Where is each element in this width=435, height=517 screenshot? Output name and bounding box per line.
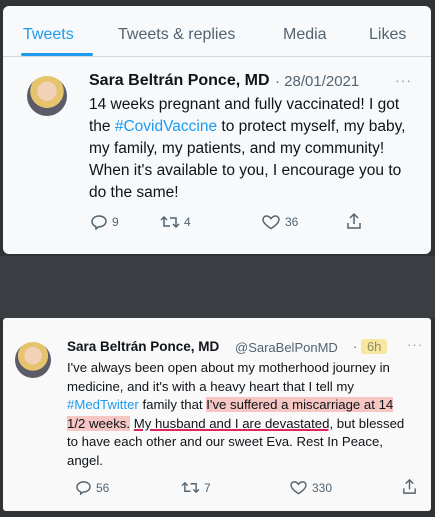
retweet-count: 4 — [184, 215, 191, 229]
author-name[interactable]: Sara Beltrán Ponce, MD — [89, 72, 270, 90]
more-icon[interactable]: ··· — [407, 337, 423, 352]
reply-icon — [76, 481, 91, 495]
tweet-text: I've always been open about my motherhoo… — [67, 359, 413, 471]
share-icon — [403, 478, 416, 494]
tab-media[interactable]: Media — [283, 26, 327, 44]
tab-tweets-replies[interactable]: Tweets & replies — [118, 26, 235, 44]
profile-timeline-panel: Tweets Tweets & replies Media Likes Sara… — [3, 6, 431, 254]
like-button[interactable]: 36 — [261, 214, 298, 230]
retweet-icon — [160, 215, 180, 229]
retweet-count: 7 — [204, 480, 211, 495]
like-icon — [262, 215, 280, 230]
hashtag-link[interactable]: #MedTwitter — [67, 397, 139, 412]
like-count: 330 — [312, 480, 333, 495]
like-count: 36 — [285, 215, 299, 229]
screenshot-gap — [0, 256, 435, 318]
tab-likes[interactable]: Likes — [369, 26, 406, 44]
avatar[interactable] — [27, 76, 67, 116]
time-badge: 6h — [360, 339, 388, 354]
share-icon — [347, 212, 361, 229]
reply-button[interactable]: 56 — [75, 480, 109, 495]
tweet-text-part: I've always been open about my motherhoo… — [67, 360, 390, 394]
more-icon[interactable]: ··· — [395, 72, 412, 88]
retweet-button[interactable]: 4 — [160, 214, 191, 230]
retweet-button[interactable]: 7 — [181, 480, 211, 495]
profile-tabs: Tweets Tweets & replies Media Likes — [3, 6, 431, 56]
tabs-divider — [3, 56, 431, 57]
tweet-time[interactable]: · 6h — [353, 339, 388, 354]
share-button[interactable] — [401, 478, 422, 495]
reply-count: 9 — [112, 215, 119, 229]
tweet-text-part: family that — [138, 397, 207, 413]
tab-tweets[interactable]: Tweets — [23, 26, 74, 44]
reply-button[interactable]: 9 — [90, 214, 119, 230]
hashtag-link[interactable]: #CovidVaccine — [115, 118, 217, 135]
tweet-text: 14 weeks pregnant and fully vaccinated! … — [89, 94, 414, 204]
avatar[interactable] — [15, 342, 51, 378]
tweet-panel: Sara Beltrán Ponce, MD @SaraBelPonMD · 6… — [3, 318, 431, 511]
like-button[interactable]: 330 — [289, 480, 332, 495]
reply-icon — [91, 215, 107, 230]
retweet-icon — [181, 481, 200, 494]
tweet-date[interactable]: · 28/01/2021 — [275, 73, 359, 90]
share-button[interactable] — [345, 212, 367, 230]
author-name[interactable]: Sara Beltrán Ponce, MD — [67, 339, 219, 354]
reply-count: 56 — [96, 480, 110, 495]
underlined-text: My husband and I are devastated, — [133, 415, 334, 431]
author-handle[interactable]: @SaraBelPonMD — [235, 340, 338, 355]
like-icon — [290, 481, 307, 495]
